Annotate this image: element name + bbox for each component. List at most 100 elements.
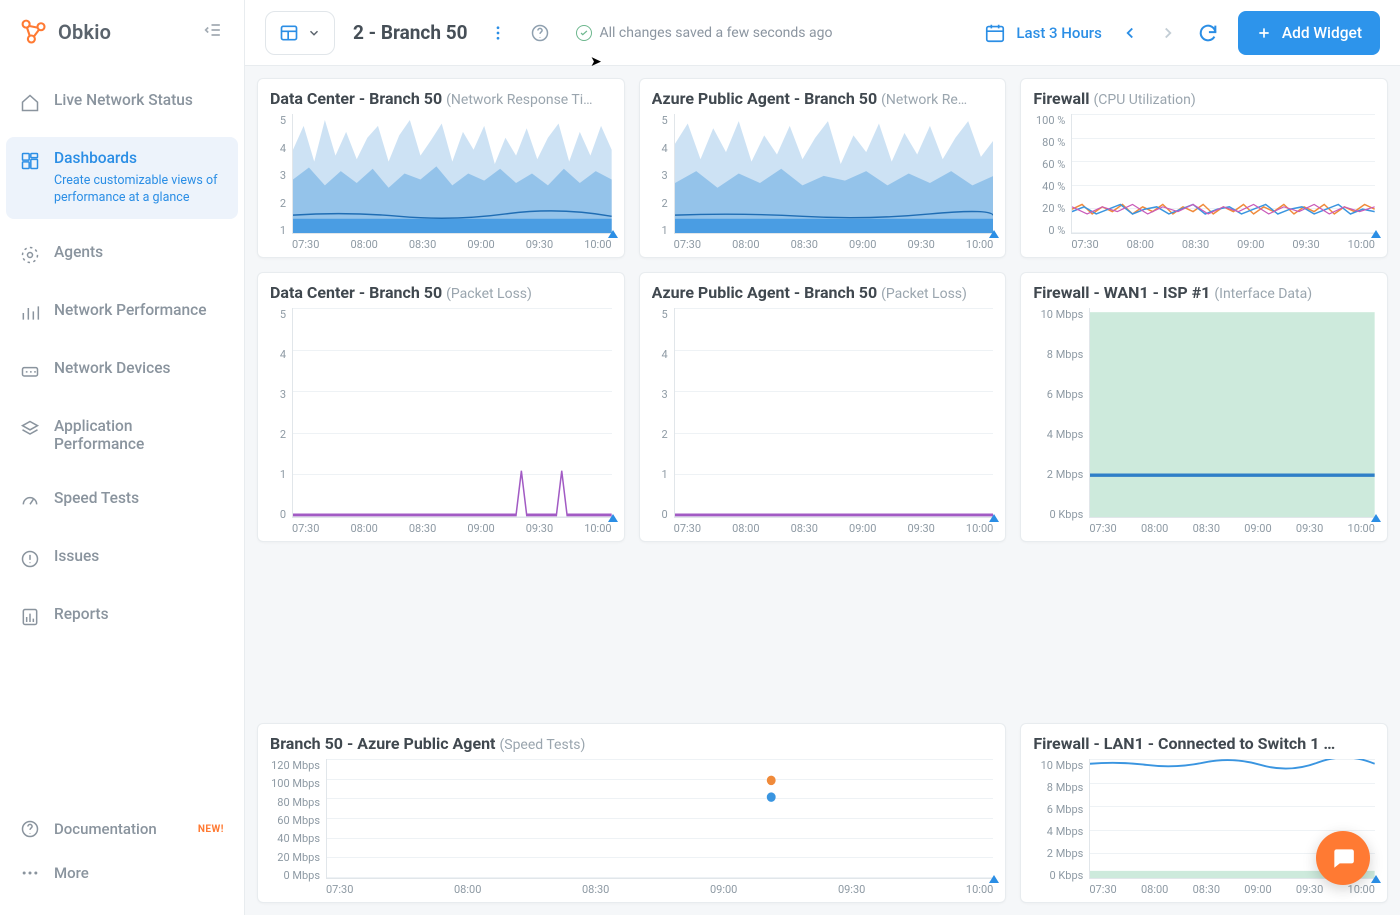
widget-title: Azure Public Agent - Branch 50 [652, 283, 877, 302]
add-widget-button[interactable]: Add Widget [1238, 11, 1380, 55]
widget-subtitle: (Network Re… [881, 92, 967, 108]
home-icon [20, 93, 40, 113]
chevron-right-icon [1159, 24, 1177, 42]
chevron-down-icon [307, 26, 321, 40]
layers-icon [20, 419, 40, 439]
chat-icon [1330, 845, 1356, 871]
widget-subtitle: (Network Response Ti… [446, 92, 592, 108]
devices-icon [20, 361, 40, 381]
calendar-icon [984, 22, 1006, 44]
widget-firewall-wan1[interactable]: Firewall - WAN1 - ISP #1 (Interface Data… [1020, 272, 1388, 542]
sidebar-item-label: Reports [54, 605, 109, 623]
prev-range-button[interactable] [1120, 23, 1140, 43]
dashboard-title: 2 - Branch 50 [353, 21, 468, 44]
refresh-button[interactable] [1196, 21, 1220, 45]
help-button[interactable] [528, 21, 552, 45]
widget-branch50-speedtests[interactable]: Branch 50 - Azure Public Agent (Speed Te… [257, 723, 1006, 903]
y-axis: 10 Mbps8 Mbps6 Mbps4 Mbps2 Mbps0 Kbps [1033, 308, 1089, 535]
more-icon [20, 863, 40, 883]
sidebar-item-live-network-status[interactable]: Live Network Status [6, 79, 238, 125]
marker-icon [989, 875, 999, 883]
new-badge: NEW! [198, 824, 224, 835]
x-axis: 07:3008:0008:3009:0009:3010:00 [292, 518, 612, 535]
logo-icon [20, 18, 48, 46]
widget-title: Firewall [1033, 89, 1089, 108]
next-range-button[interactable] [1158, 23, 1178, 43]
help-icon [20, 819, 40, 839]
widget-subtitle: (Interface Data) [1214, 286, 1312, 302]
widget-title: Firewall - LAN1 - Connected to Switch 1 … [1033, 734, 1335, 753]
marker-icon [989, 514, 999, 522]
dashboard-icon [20, 151, 40, 171]
widget-firewall-cpu[interactable]: Firewall (CPU Utilization) 100 %80 %60 %… [1020, 78, 1388, 258]
save-status: All changes saved a few seconds ago [576, 25, 833, 41]
save-status-text: All changes saved a few seconds ago [600, 25, 833, 41]
sidebar-item-label: Network Performance [54, 301, 207, 319]
sidebar-item-dashboards[interactable]: Dashboards Create customizable views of … [6, 137, 238, 219]
chart-area [1071, 114, 1375, 234]
alert-icon [20, 549, 40, 569]
grid-gap [257, 556, 1388, 616]
widget-title: Branch 50 - Azure Public Agent [270, 734, 495, 753]
sidebar-item-label: More [54, 864, 89, 882]
time-range-selector[interactable]: Last 3 Hours [984, 22, 1101, 44]
brand-name: Obkio [58, 20, 111, 44]
layout-icon [279, 23, 299, 43]
sidebar-item-network-performance[interactable]: Network Performance [6, 289, 238, 335]
sidebar-item-documentation[interactable]: Documentation NEW! [6, 807, 238, 851]
marker-icon [1371, 875, 1381, 883]
sidebar-item-label: Dashboards [54, 149, 226, 167]
sidebar-collapse-button[interactable] [204, 20, 224, 44]
y-axis: 100 %80 %60 %40 %20 %0 % [1033, 114, 1071, 251]
chart-area [292, 114, 612, 234]
sidebar-item-label: Network Devices [54, 359, 171, 377]
refresh-icon [1197, 22, 1219, 44]
chart-area [292, 308, 612, 518]
y-axis: 54321 [652, 114, 674, 251]
sidebar-item-label: Application Performance [54, 417, 226, 453]
sidebar-item-speed-tests[interactable]: Speed Tests [6, 477, 238, 523]
y-axis: 543210 [652, 308, 674, 535]
chat-fab[interactable] [1316, 831, 1370, 885]
sidebar: Obkio Live Network Status Dashboards Cre… [0, 0, 245, 915]
x-axis: 07:3008:0008:3009:0009:3010:00 [674, 518, 994, 535]
sidebar-item-label: Live Network Status [54, 91, 193, 109]
reports-icon [20, 607, 40, 627]
sidebar-item-application-performance[interactable]: Application Performance [6, 405, 238, 465]
marker-icon [1371, 230, 1381, 238]
widget-azure-branch50-packetloss[interactable]: Azure Public Agent - Branch 50 (Packet L… [639, 272, 1007, 542]
plus-icon [1256, 25, 1272, 41]
chart-area [326, 759, 993, 879]
sidebar-item-more[interactable]: More [6, 851, 238, 895]
marker-icon [608, 514, 618, 522]
x-axis: 07:3008:0008:3009:0009:3010:00 [326, 879, 993, 896]
toolbar: 2 - Branch 50 All changes saved a few se… [245, 0, 1400, 66]
widget-azure-branch50-response[interactable]: Azure Public Agent - Branch 50 (Network … [639, 78, 1007, 258]
marker-icon [989, 230, 999, 238]
sidebar-item-network-devices[interactable]: Network Devices [6, 347, 238, 393]
chart-area [674, 114, 994, 234]
dashboard-grid: Data Center - Branch 50 (Network Respons… [245, 66, 1400, 915]
sidebar-item-issues[interactable]: Issues [6, 535, 238, 581]
y-axis: 10 Mbps8 Mbps6 Mbps4 Mbps2 Mbps0 Kbps [1033, 759, 1089, 896]
chart-area [674, 308, 994, 518]
y-axis: 54321 [270, 114, 292, 251]
widget-title: Firewall - WAN1 - ISP #1 [1033, 283, 1210, 302]
widget-title: Data Center - Branch 50 [270, 283, 442, 302]
bars-icon [20, 303, 40, 323]
more-vertical-icon [489, 24, 507, 42]
layout-dropdown[interactable] [265, 11, 335, 55]
y-axis: 543210 [270, 308, 292, 535]
sidebar-item-label: Speed Tests [54, 489, 139, 507]
x-axis: 07:3008:0008:3009:0009:3010:00 [1089, 518, 1375, 535]
widget-subtitle: (Packet Loss) [446, 286, 532, 302]
sidebar-item-label: Issues [54, 547, 99, 565]
help-circle-icon [530, 23, 550, 43]
add-widget-label: Add Widget [1282, 24, 1362, 42]
widget-dc-branch50-packetloss[interactable]: Data Center - Branch 50 (Packet Loss) 54… [257, 272, 625, 542]
menu-more-button[interactable] [486, 21, 510, 45]
sidebar-item-label: Documentation [54, 820, 157, 838]
sidebar-item-agents[interactable]: Agents [6, 231, 238, 277]
sidebar-item-reports[interactable]: Reports [6, 593, 238, 639]
widget-dc-branch50-response[interactable]: Data Center - Branch 50 (Network Respons… [257, 78, 625, 258]
